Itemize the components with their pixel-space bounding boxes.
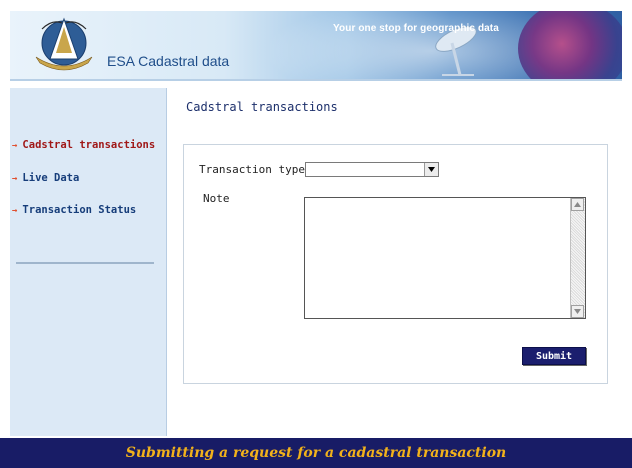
- sidebar-item-label: Transaction Status: [22, 204, 137, 216]
- scroll-up-icon[interactable]: [571, 198, 584, 211]
- sidebar: → Cadstral transactions → Live Data → Trans…: [10, 88, 167, 436]
- caption-text: Submitting a request for a cadastral tra…: [125, 445, 507, 461]
- scroll-down-icon[interactable]: [571, 305, 584, 318]
- transaction-type-label: Transaction type: [199, 163, 305, 176]
- sidebar-divider: [16, 262, 154, 264]
- note-label: Note: [203, 192, 230, 205]
- sidebar-item-label: Live Data: [22, 172, 80, 184]
- sidebar-item-transaction-status[interactable]: → Transaction Status: [12, 204, 136, 216]
- sidebar-item-live-data[interactable]: → Live Data: [12, 172, 79, 184]
- sidebar-item-cadstral-transactions[interactable]: → Cadstral transactions: [12, 139, 155, 151]
- note-textarea[interactable]: [304, 197, 586, 319]
- submit-button[interactable]: Submit: [522, 347, 586, 365]
- transaction-type-select[interactable]: [305, 162, 439, 177]
- header-tagline: Your one stop for geographic data: [333, 23, 499, 34]
- main-content: Cadstral transactions Transaction type N…: [167, 88, 622, 436]
- globe-image: [518, 11, 622, 79]
- caption-bar: Submitting a request for a cadastral tra…: [0, 438, 632, 468]
- page-title: Cadstral transactions: [186, 100, 338, 114]
- right-arrow-icon: →: [12, 206, 18, 216]
- app-window: Your one stop for geographic data ESA Ca…: [0, 0, 632, 468]
- chevron-down-icon[interactable]: [424, 163, 438, 176]
- right-arrow-icon: →: [12, 174, 18, 184]
- transaction-form: Transaction type Note Submit: [183, 144, 608, 384]
- esa-emblem-icon: [35, 17, 93, 71]
- sidebar-item-label: Cadstral transactions: [22, 139, 156, 151]
- header-banner: Your one stop for geographic data ESA Ca…: [10, 11, 622, 81]
- app-title: ESA Cadastral data: [107, 53, 230, 69]
- note-scrollbar[interactable]: [570, 198, 585, 318]
- right-arrow-icon: →: [12, 141, 18, 151]
